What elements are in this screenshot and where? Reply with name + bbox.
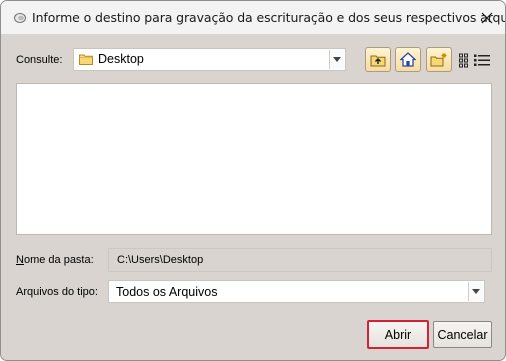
file-type-label: Arquivos do tipo: [16,286,98,298]
file-type-value: Todos os Arquivos [116,285,218,299]
chevron-down-icon [472,289,480,294]
folder-path-field: C:\Users\Desktop [108,248,492,272]
view-mode-button[interactable] [457,47,493,72]
up-folder-button[interactable] [365,47,391,72]
close-icon [481,12,493,23]
folder-name-label-rest: ome da pasta: [23,254,94,266]
folder-path-value: C:\Users\Desktop [117,254,204,266]
file-type-combo[interactable]: Todos os Arquivos [108,280,485,303]
open-button[interactable]: Abrir [367,320,429,349]
app-icon [13,11,27,25]
home-button[interactable] [395,47,421,72]
close-button[interactable] [469,1,505,34]
folder-icon [79,53,93,68]
chevron-down-icon [333,57,341,62]
lookin-label: Consulte: [16,54,62,66]
file-type-dropdown-arrow[interactable] [468,282,483,301]
file-list[interactable] [16,83,492,235]
home-icon [400,52,416,67]
lookin-label-text: Consulte: [16,54,63,66]
new-folder-icon [430,53,447,67]
folder-name-label: Nome da pasta: [16,254,94,266]
cancel-button[interactable]: Cancelar [433,321,492,348]
new-folder-button[interactable] [426,47,452,72]
view-mode-icon [459,53,490,67]
lookin-combo[interactable]: Desktop [73,48,346,71]
title-bar[interactable]: Informe o destino para gravação da escri… [1,1,505,34]
lookin-value: Desktop [98,52,144,66]
folder-name-label-mnemonic: N [16,254,24,266]
lookin-dropdown-arrow[interactable] [329,50,344,69]
up-folder-icon [370,55,386,66]
window-title: Informe o destino para gravação da escri… [32,10,506,25]
file-chooser-dialog: Informe o destino para gravação da escri… [0,0,506,361]
